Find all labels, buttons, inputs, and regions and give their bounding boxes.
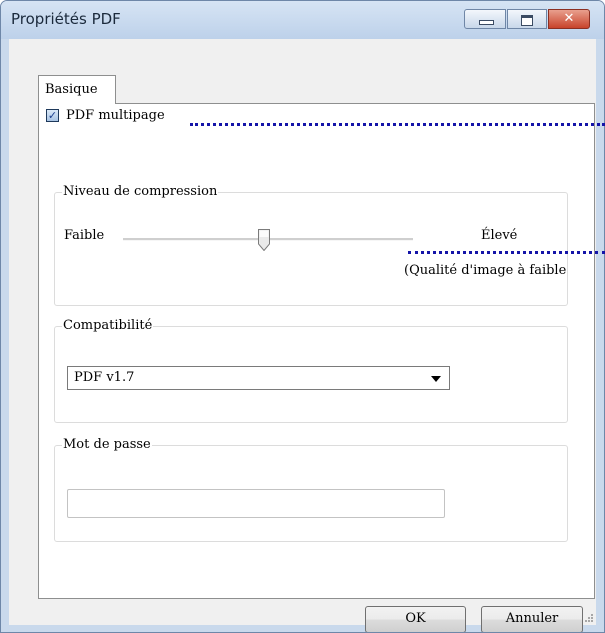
compression-high-label: Élevé (481, 228, 518, 243)
cancel-button[interactable]: Annuler (481, 606, 583, 632)
cancel-button-label: Annuler (505, 611, 559, 626)
callout-line-multipage (190, 123, 605, 126)
resize-grip-icon[interactable] (584, 613, 594, 623)
tab-basique[interactable]: Basique (38, 75, 116, 104)
compression-legend: Niveau de compression (62, 184, 219, 199)
ok-button-label: OK (405, 611, 426, 626)
maximize-button[interactable] (507, 9, 547, 29)
callout-line-compression (408, 251, 605, 254)
minimize-button[interactable] (464, 9, 506, 29)
compatibility-select[interactable]: PDF v1.7 (67, 366, 450, 390)
compatibility-selected-value: PDF v1.7 (74, 370, 135, 385)
dialog-window: Propriétés PDF ✕ Basique ✓ PDF multipage… (0, 0, 605, 633)
title-bar[interactable]: Propriétés PDF ✕ (1, 1, 604, 39)
tab-label: Basique (45, 82, 98, 97)
window-title: Propriétés PDF (11, 10, 121, 28)
close-button[interactable]: ✕ (548, 9, 590, 29)
minimize-icon (479, 20, 494, 25)
chevron-down-icon (431, 376, 441, 382)
maximize-icon (521, 15, 533, 26)
close-icon: ✕ (563, 11, 575, 26)
compression-group (54, 192, 568, 306)
multipage-label[interactable]: PDF multipage (66, 108, 165, 123)
multipage-checkbox[interactable]: ✓ (46, 109, 59, 122)
compression-slider-thumb[interactable] (258, 229, 270, 251)
compatibility-legend: Compatibilité (62, 318, 154, 333)
ok-button[interactable]: OK (365, 606, 466, 632)
password-legend: Mot de passe (62, 437, 152, 452)
compression-note: (Qualité d'image à faible (404, 263, 567, 278)
dialog-body: Basique ✓ PDF multipage Niveau de compre… (9, 39, 596, 632)
password-field[interactable] (67, 489, 445, 518)
checkmark-icon: ✓ (47, 109, 58, 122)
compression-low-label: Faible (64, 228, 105, 243)
